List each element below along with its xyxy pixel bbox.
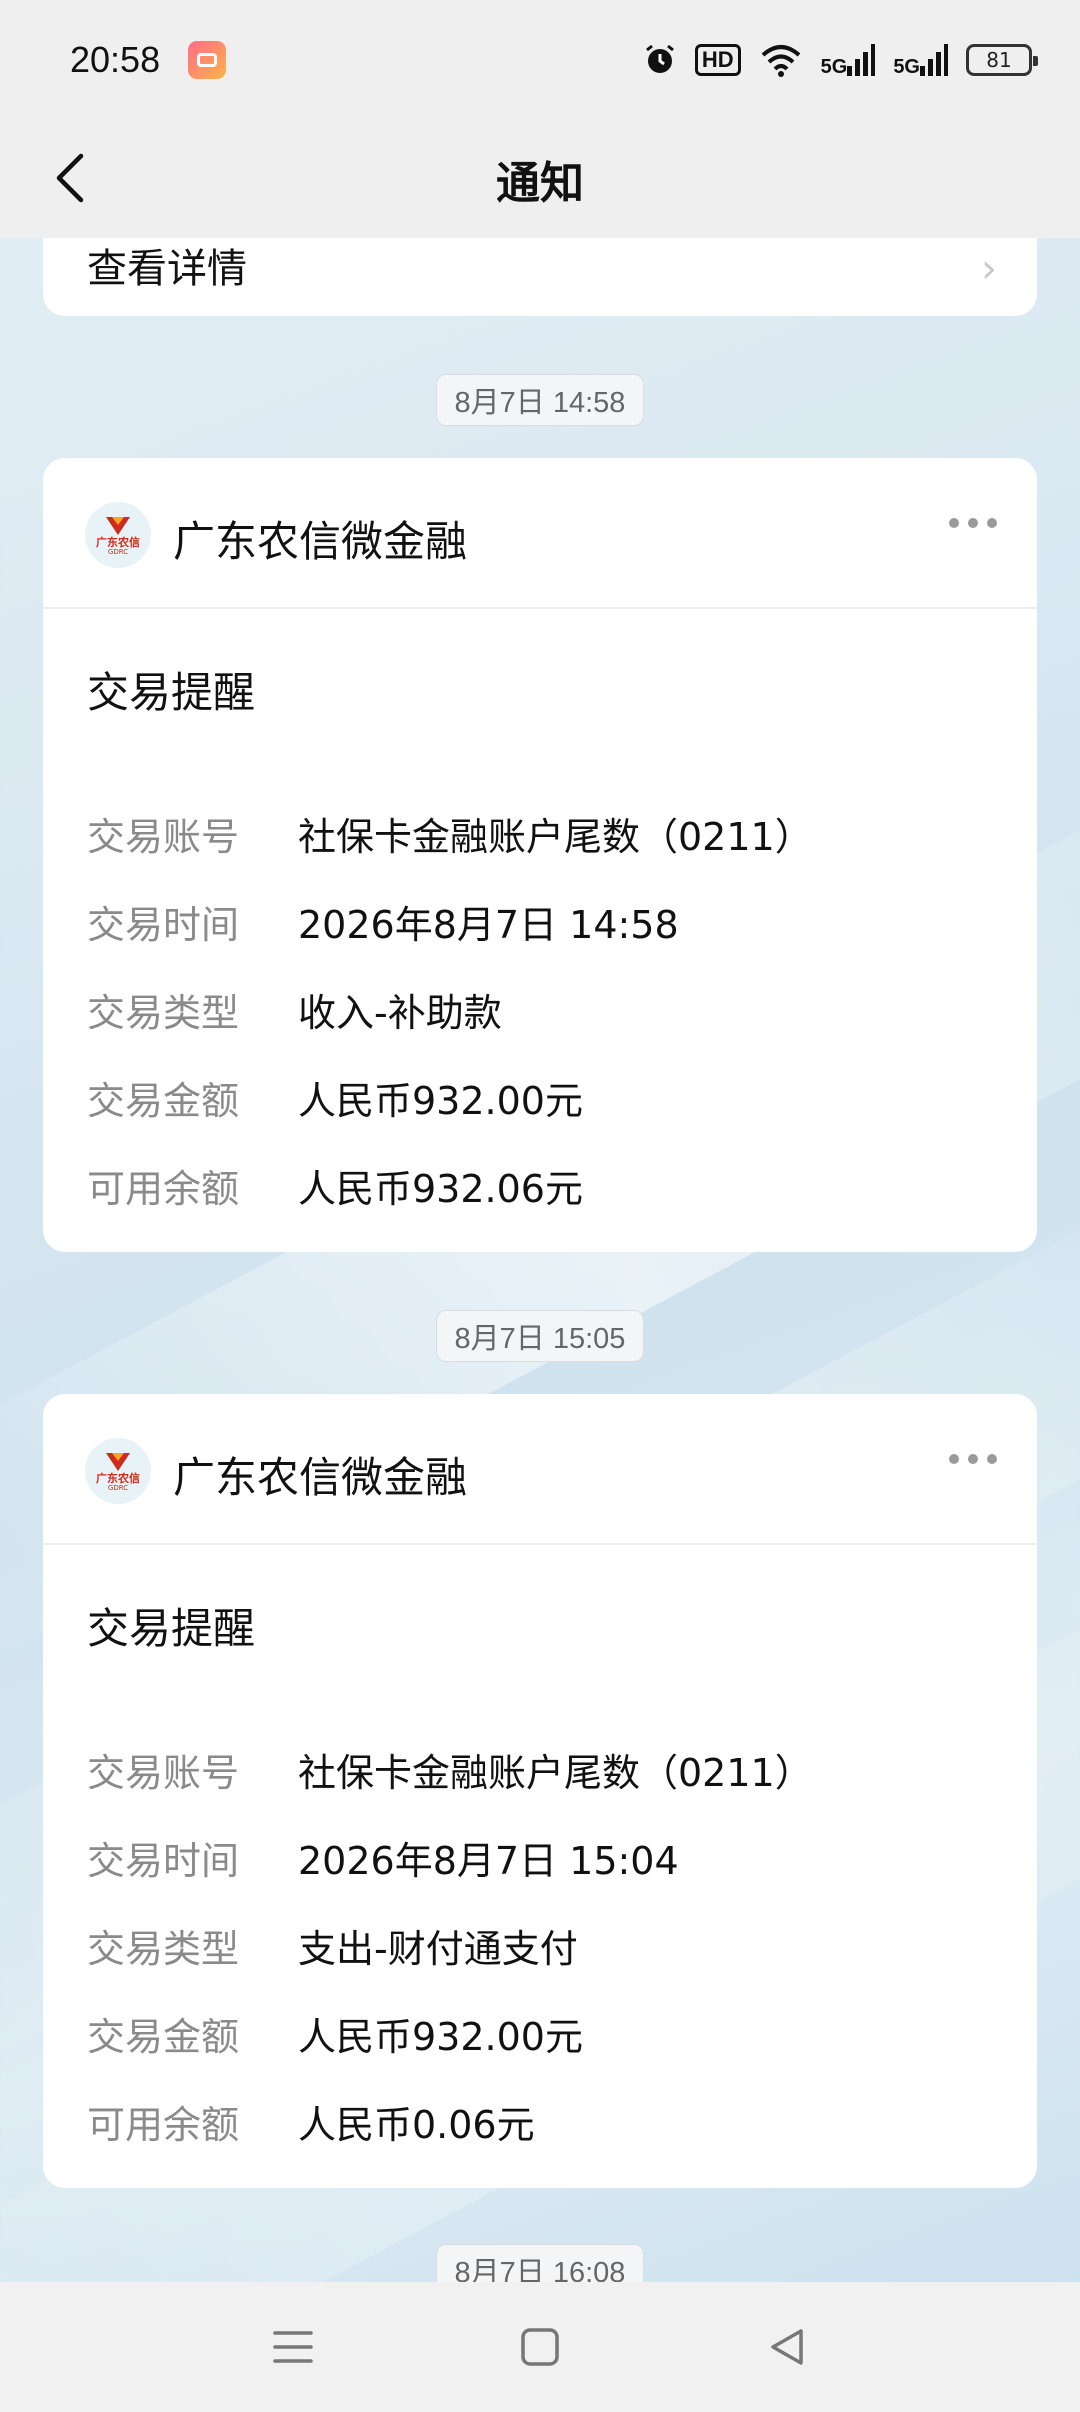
signal-bars-icon — [920, 44, 948, 76]
row-value: 人民币0.06元 — [298, 2102, 535, 2147]
detail-row: 可用余额 人民币0.06元 — [87, 2077, 993, 2165]
sender-name: 广东农信微金融 — [173, 517, 468, 566]
more-options-button[interactable] — [949, 1454, 997, 1464]
row-label: 交易账号 — [87, 814, 240, 859]
detail-row: 交易金额 人民币932.00元 — [87, 1989, 993, 2077]
app-notification-icon — [188, 41, 227, 79]
home-button[interactable] — [500, 2307, 580, 2387]
row-value: 2026年8月7日 14:58 — [298, 902, 679, 947]
battery-icon: 81 — [966, 44, 1038, 76]
partial-message-card[interactable]: 查看详情 › — [43, 238, 1037, 316]
signal-bars-icon — [847, 44, 876, 76]
row-label: 交易时间 — [87, 902, 240, 947]
detail-row: 交易类型 支出-财付通支付 — [87, 1901, 993, 1989]
bank-logo-text: 广东农信 — [96, 536, 140, 549]
battery-level: 81 — [986, 48, 1012, 72]
row-label: 交易金额 — [87, 1078, 240, 1123]
bank-logo-subtext: GDRC — [107, 1484, 129, 1492]
timestamp-chip: 8月7日 15:05 — [436, 1310, 644, 1362]
message-card[interactable]: 广东农信 GDRC 广东农信微金融 交易提醒 交易账号 社保卡金融账户尾数（02… — [43, 458, 1037, 1252]
row-value: 社保卡金融账户尾数（0211） — [298, 814, 813, 859]
chevron-right-icon: › — [981, 246, 997, 292]
detail-row: 交易时间 2026年8月7日 14:58 — [87, 877, 993, 965]
signal-5g-icon: 5G — [820, 44, 876, 78]
system-navigation-bar — [0, 2282, 1080, 2412]
triangle-back-icon — [770, 2329, 803, 2365]
detail-row: 交易时间 2026年8月7日 15:04 — [87, 1813, 993, 1901]
detail-row: 交易类型 收入-补助款 — [87, 965, 993, 1053]
row-label: 交易时间 — [87, 1838, 240, 1883]
diamond-heart-icon — [106, 517, 130, 535]
detail-row: 交易账号 社保卡金融账户尾数（0211） — [87, 1725, 993, 1813]
bank-logo-subtext: GDRC — [107, 548, 129, 556]
status-icons: HD 5G 5G 81 — [643, 43, 1038, 78]
back-system-button[interactable] — [747, 2307, 827, 2387]
row-value: 人民币932.00元 — [298, 1078, 583, 1123]
row-label: 交易类型 — [87, 990, 240, 1035]
timestamp-chip: 8月7日 16:08 — [436, 2244, 644, 2282]
detail-row: 交易金额 人民币932.00元 — [87, 1053, 993, 1141]
detail-row: 交易账号 社保卡金融账户尾数（0211） — [87, 789, 993, 877]
row-label: 交易类型 — [87, 1926, 240, 1971]
header: 通知 — [0, 120, 1080, 238]
row-value: 人民币932.06元 — [298, 1166, 583, 1211]
signal-5g-label: 5G — [820, 56, 848, 78]
card-header: 广东农信 GDRC 广东农信微金融 — [43, 1394, 1037, 1545]
row-value: 社保卡金融账户尾数（0211） — [298, 1750, 813, 1795]
notification-list[interactable]: 查看详情 › 8月7日 14:58 广东农信 GDRC 广东农信微金融 交易提醒… — [0, 238, 1080, 2282]
wifi-icon — [761, 45, 800, 77]
menu-icon — [273, 2331, 314, 2363]
message-title: 交易提醒 — [87, 668, 256, 717]
signal-5g-icon: 5G — [893, 44, 948, 78]
alarm-icon — [645, 44, 674, 73]
hd-icon: HD — [694, 44, 741, 76]
row-label: 可用余额 — [87, 1166, 240, 1211]
bank-logo: 广东农信 GDRC — [85, 502, 151, 568]
row-label: 交易金额 — [87, 2014, 240, 2059]
row-value: 人民币932.00元 — [298, 2014, 583, 2059]
row-value: 2026年8月7日 15:04 — [298, 1838, 679, 1883]
square-home-icon — [521, 2328, 559, 2366]
card-header: 广东农信 GDRC 广东农信微金融 — [43, 458, 1037, 609]
row-value: 收入-补助款 — [298, 990, 502, 1035]
status-time: 20:58 — [70, 39, 161, 80]
menu-button[interactable] — [253, 2307, 333, 2387]
bank-logo-text: 广东农信 — [96, 1472, 140, 1485]
view-details-link[interactable]: 查看详情 — [87, 238, 247, 316]
back-button[interactable] — [40, 148, 100, 208]
card-body: 交易提醒 交易账号 社保卡金融账户尾数（0211） 交易时间 2026年8月7日… — [43, 609, 1037, 1229]
sender-name: 广东农信微金融 — [173, 1453, 468, 1502]
timestamp-chip: 8月7日 14:58 — [436, 374, 644, 426]
message-card[interactable]: 广东农信 GDRC 广东农信微金融 交易提醒 交易账号 社保卡金融账户尾数（02… — [43, 1394, 1037, 2188]
signal-5g-label: 5G — [893, 56, 920, 78]
status-bar: 20:58 HD 5G 5G 81 — [0, 0, 1080, 120]
more-options-button[interactable] — [949, 518, 997, 528]
chevron-left-icon — [56, 153, 84, 203]
row-value: 支出-财付通支付 — [298, 1926, 578, 1971]
diamond-heart-icon — [106, 1453, 130, 1471]
bank-logo: 广东农信 GDRC — [85, 1438, 151, 1504]
card-body: 交易提醒 交易账号 社保卡金融账户尾数（0211） 交易时间 2026年8月7日… — [43, 1545, 1037, 2165]
row-label: 交易账号 — [87, 1750, 240, 1795]
message-title: 交易提醒 — [87, 1604, 256, 1653]
row-label: 可用余额 — [87, 2102, 240, 2147]
detail-row: 可用余额 人民币932.06元 — [87, 1141, 993, 1229]
page-title: 通知 — [496, 158, 584, 209]
